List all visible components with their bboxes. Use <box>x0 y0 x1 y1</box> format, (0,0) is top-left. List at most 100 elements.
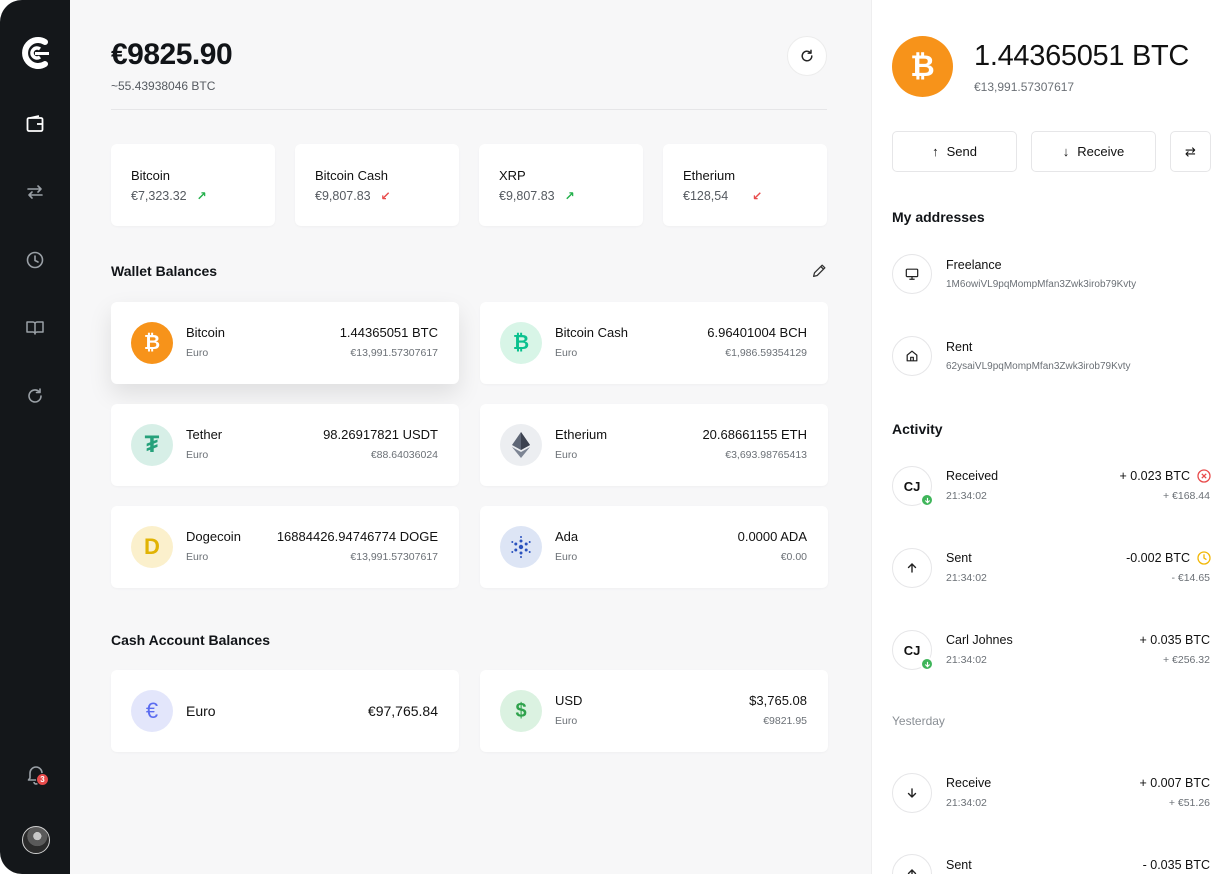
arrow-up-icon: ↑ <box>932 144 939 159</box>
wallet-card-ada[interactable]: Ada Euro 0.0000 ADA €0.00 <box>480 506 828 588</box>
ethereum-icon <box>500 424 542 466</box>
selected-value: €13,991.57307617 <box>974 80 1075 94</box>
total-balance-btc: ~55.43938046 BTC <box>111 79 216 93</box>
activity-amount: -0.002 BTC <box>1126 551 1190 565</box>
activity-value: + €51.26 <box>1168 797 1210 809</box>
wallet-currency: Euro <box>555 551 578 563</box>
wallet-card-tether[interactable]: ₮ Tether Euro 98.26917821 USDT €88.64036… <box>111 404 459 486</box>
nav-wallet[interactable] <box>23 112 47 136</box>
wallet-amount: 6.96401004 BCH <box>707 325 807 340</box>
activity-value: + €256.32 <box>1162 654 1210 666</box>
notification-badge: 3 <box>36 773 49 786</box>
ticker-name: Etherium <box>683 168 736 183</box>
activity-amount: + 0.023 BTC <box>1119 469 1190 483</box>
ticker-value: €9,807.83 <box>315 189 371 203</box>
exchange-icon <box>27 185 43 199</box>
wallet-value: €88.64036024 <box>370 449 438 461</box>
send-button[interactable]: ↑ Send <box>892 131 1017 172</box>
cash-balances-title: Cash Account Balances <box>111 632 270 648</box>
nav-history[interactable] <box>23 248 47 272</box>
swap-button[interactable]: ⇄ <box>1170 131 1211 172</box>
activity-title-text: Received <box>946 469 999 483</box>
trend-up-icon: ↗ <box>196 189 207 203</box>
wallet-amount: 16884426.94746774 DOGE <box>276 529 438 544</box>
wallet-value: €13,991.57307617 <box>350 551 438 563</box>
wallet-value: €0.00 <box>780 551 807 563</box>
wallet-amount: 1.44365051 BTC <box>339 325 438 340</box>
activity-avatar <box>892 773 932 813</box>
address-rent[interactable] <box>892 336 932 376</box>
cash-card-usd[interactable]: $ USD Euro $3,765.08 €9821.95 <box>480 670 828 752</box>
activity-value: - €14.65 <box>1171 572 1210 584</box>
ticker-value: €7,323.32 <box>131 189 187 203</box>
nav-refresh[interactable] <box>23 384 47 408</box>
ticker-value: €128,54 <box>683 189 729 203</box>
wallet-amount: 0.0000 ADA <box>737 529 807 544</box>
sidebar: 3 <box>0 0 70 874</box>
wallet-name: Tether <box>186 427 223 442</box>
arrow-down-icon <box>907 788 917 798</box>
addresses-title: My addresses <box>892 209 985 225</box>
wallet-card-etherium[interactable]: Etherium Euro 20.68661155 ETH €3,693.987… <box>480 404 828 486</box>
wallet-icon <box>26 115 44 132</box>
ticker-bitcoin[interactable]: Bitcoin €7,323.32 ↗ <box>111 144 275 226</box>
cash-value: €9821.95 <box>763 715 807 727</box>
total-balance: €9825.90 <box>111 38 233 71</box>
nav-exchange[interactable] <box>23 180 47 204</box>
activity-title-text: Sent <box>946 551 972 565</box>
activity-title-text: Carl Johnes <box>946 633 1013 647</box>
cash-name: USD <box>555 693 583 708</box>
wallet-card-dogecoin[interactable]: D Dogecoin Euro 16884426.94746774 DOGE €… <box>111 506 459 588</box>
wallet-currency: Euro <box>186 551 209 563</box>
cardano-icon <box>500 526 542 568</box>
wallet-name: Etherium <box>555 427 608 442</box>
wallet-balances-title: Wallet Balances <box>111 263 218 279</box>
wallet-name: Dogecoin <box>186 529 241 544</box>
wallet-card-bitcoin-cash[interactable]: ₿ Bitcoin Cash Euro 6.96401004 BCH €1,98… <box>480 302 828 384</box>
pending-icon <box>1197 551 1211 565</box>
dogecoin-icon: D <box>131 526 173 568</box>
activity-title-text: Sent <box>946 858 972 872</box>
wallet-card-bitcoin[interactable]: ₿ Bitcoin Euro 1.44365051 BTC €13,991.57… <box>111 302 459 384</box>
received-badge-icon <box>920 657 934 671</box>
activity-avatar <box>892 548 932 588</box>
ticker-xrp[interactable]: XRP €9,807.83 ↗ <box>479 144 643 226</box>
euro-icon: € <box>131 690 173 732</box>
activity-avatar: CJ <box>892 466 934 507</box>
arrow-down-icon: ↓ <box>1062 144 1070 159</box>
detail-panel: ₿ 1.44365051 BTC €13,991.57307617 ↑ Send… <box>871 0 1230 874</box>
ticker-etherium[interactable]: Etherium €128,54 ↙ <box>663 144 827 226</box>
yesterday-label: Yesterday <box>892 714 945 728</box>
book-icon <box>26 321 44 335</box>
wallet-amount: 20.68661155 ETH <box>702 427 807 442</box>
address-value[interactable]: 1M6owiVL9pqMompMfan3Zwk3irob79Kvty <box>946 279 1136 290</box>
main-content: €9825.90 ~55.43938046 BTC Bitcoin €7,323… <box>70 0 871 874</box>
trend-down-icon: ↙ <box>752 189 763 203</box>
address-freelance[interactable] <box>892 254 932 294</box>
ticker-name: XRP <box>499 168 526 183</box>
refresh-button[interactable] <box>787 36 827 76</box>
receive-label: Receive <box>1077 144 1125 159</box>
activity-avatar: CJ <box>892 630 934 671</box>
user-avatar[interactable] <box>22 826 50 854</box>
nav-book[interactable] <box>23 316 47 340</box>
cash-name: Euro <box>186 703 216 719</box>
activity-avatar <box>892 854 932 874</box>
arrow-up-icon <box>907 869 917 874</box>
dollar-icon: $ <box>500 690 542 732</box>
ticker-bitcoin-cash[interactable]: Bitcoin Cash €9,807.83 ↙ <box>295 144 459 226</box>
receive-button[interactable]: ↓ Receive <box>1031 131 1156 172</box>
cash-amount: €97,765.84 <box>367 703 438 719</box>
app-logo[interactable] <box>21 36 49 70</box>
edit-icon[interactable] <box>810 262 828 280</box>
cash-card-euro[interactable]: € Euro €97,765.84 <box>111 670 459 752</box>
ticker-value: €9,807.83 <box>499 189 555 203</box>
failed-icon <box>1197 469 1211 483</box>
wallet-currency: Euro <box>186 449 209 461</box>
activity-time: 21:34:02 <box>946 490 987 502</box>
address-value[interactable]: 62ysaiVL9pqMompMfan3Zwk3irob79Kvty <box>946 361 1131 372</box>
wallet-name: Bitcoin Cash <box>555 325 628 340</box>
activity-time: 21:34:02 <box>946 572 987 584</box>
bitcoin-cash-icon: ₿ <box>500 322 542 364</box>
trend-down-icon: ↙ <box>380 189 391 203</box>
